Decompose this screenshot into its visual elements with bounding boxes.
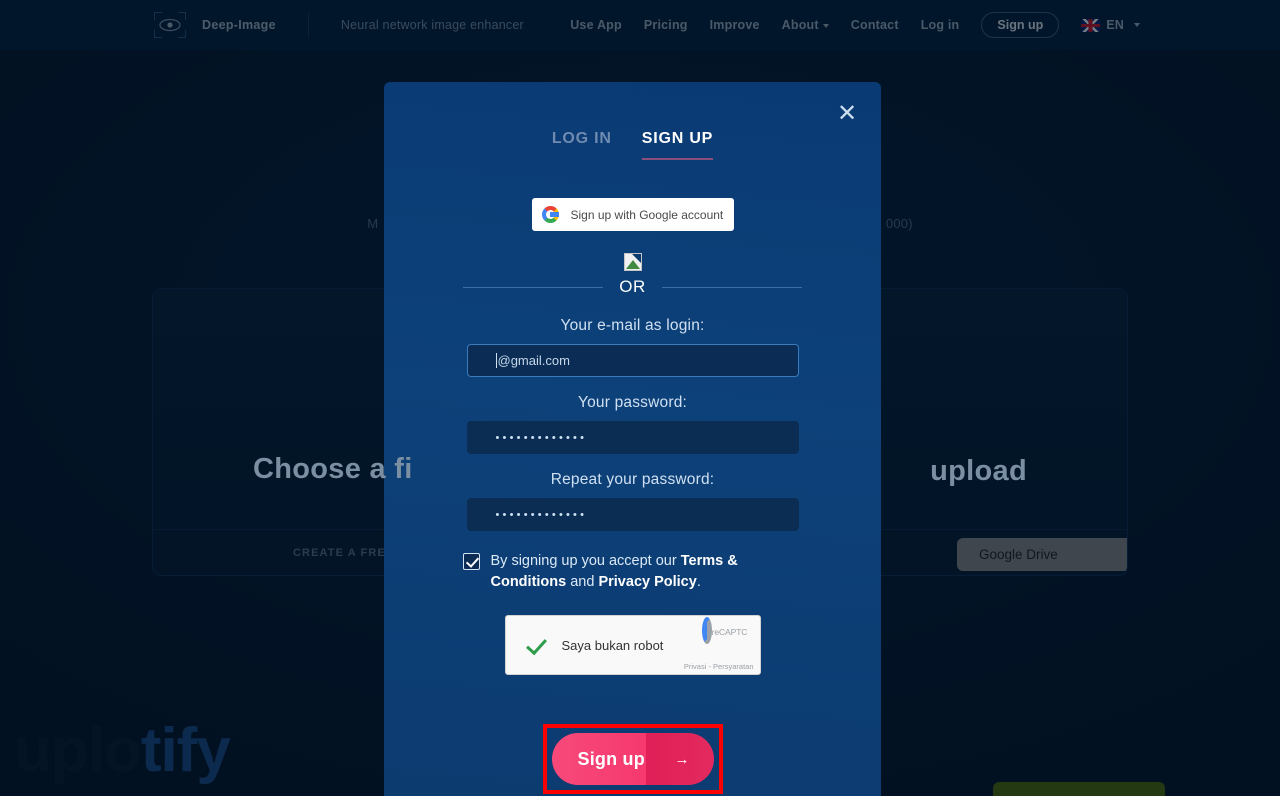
drop-title: Choose a fi upload xyxy=(153,333,1127,488)
signup-button-highlight: Sign up → xyxy=(542,724,723,794)
signup-submit-button[interactable]: Sign up → xyxy=(551,733,714,785)
tab-signup[interactable]: SIGN UP xyxy=(641,130,714,160)
repeat-password-input[interactable]: ••••••••••••• xyxy=(466,498,799,531)
terms-acceptance-row[interactable]: By signing up you accept our Terms & Con… xyxy=(462,551,803,593)
signup-submit-label: Sign up xyxy=(577,748,645,769)
tab-login[interactable]: LOG IN xyxy=(552,130,612,160)
google-signup-button[interactable]: Sign up with Google account xyxy=(531,198,734,231)
terms-and: and xyxy=(566,574,599,591)
arrow-right-icon: → xyxy=(674,750,690,768)
recaptcha-check-icon xyxy=(526,634,548,656)
recaptcha-widget[interactable]: Saya bukan robot reCAPTC Privasi - Persy… xyxy=(504,615,761,676)
broken-image-icon xyxy=(623,253,642,271)
terms-prefix: By signing up you accept our xyxy=(490,553,681,569)
privacy-policy-link[interactable]: Privacy Policy xyxy=(598,574,696,590)
auth-tabs: LOG IN SIGN UP xyxy=(418,82,847,160)
drop-title-left: Choose a fi xyxy=(253,452,413,485)
or-line-left xyxy=(463,286,604,288)
or-label: OR xyxy=(619,277,646,296)
recaptcha-label: Saya bukan robot xyxy=(561,637,664,653)
close-icon[interactable]: ✕ xyxy=(834,102,860,128)
or-line-right xyxy=(661,286,802,288)
google-icon xyxy=(541,206,559,223)
repeat-password-input-value: ••••••••••••• xyxy=(495,508,588,521)
recaptcha-logo-icon xyxy=(701,617,712,645)
drop-title-right: upload xyxy=(930,454,1027,487)
recaptcha-legal-links[interactable]: Privasi - Persyaratan xyxy=(684,662,754,671)
recaptcha-badge: reCAPTC xyxy=(694,617,756,645)
terms-suffix: . xyxy=(696,574,701,591)
terms-text: By signing up you accept our Terms & Con… xyxy=(491,551,803,593)
recaptcha-brand-label: reCAPTC xyxy=(711,627,748,638)
google-signup-label: Sign up with Google account xyxy=(570,207,724,222)
terms-checkbox[interactable] xyxy=(462,553,480,570)
or-separator: OR xyxy=(418,277,847,297)
